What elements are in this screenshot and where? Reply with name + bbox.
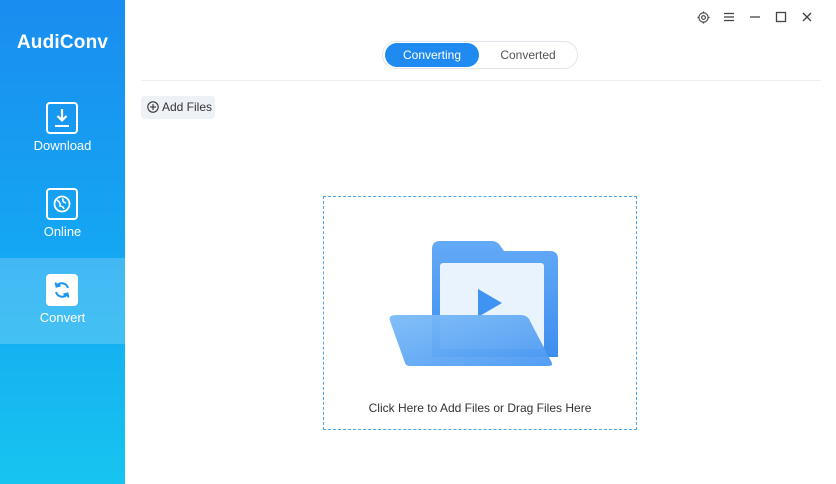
drop-zone-hint: Click Here to Add Files or Drag Files He…: [368, 401, 592, 415]
file-drop-zone[interactable]: Click Here to Add Files or Drag Files He…: [323, 196, 637, 430]
tab-converting[interactable]: Converting: [385, 43, 479, 67]
tab-converted[interactable]: Converted: [481, 43, 575, 67]
sidebar: AudiConv Download Online Convert: [0, 0, 125, 484]
add-circle-icon: [147, 101, 159, 116]
add-files-label: Add Files: [162, 100, 213, 114]
video-folder-icon: [388, 239, 560, 372]
settings-icon[interactable]: [694, 8, 712, 26]
minimize-icon[interactable]: [746, 8, 764, 26]
sidebar-item-online[interactable]: Online: [0, 181, 125, 267]
app-window: AudiConv Download Online Convert Convert…: [0, 0, 836, 484]
maximize-icon[interactable]: [772, 8, 790, 26]
sidebar-item-convert[interactable]: Convert: [0, 258, 125, 344]
app-logo-text: AudiConv: [16, 32, 109, 53]
close-icon[interactable]: [798, 8, 816, 26]
sidebar-item-label: Download: [33, 138, 92, 153]
download-icon: [46, 102, 78, 134]
sidebar-item-label: Online: [43, 224, 82, 239]
window-controls: [694, 8, 824, 26]
menu-icon[interactable]: [720, 8, 738, 26]
sidebar-item-download[interactable]: Download: [0, 95, 125, 181]
convert-icon: [46, 274, 78, 306]
sidebar-item-label: Convert: [39, 310, 86, 325]
online-music-icon: [46, 188, 78, 220]
tab-switcher: Converting Converted: [382, 41, 578, 69]
header-divider: [141, 80, 821, 81]
add-files-button[interactable]: Add Files: [141, 96, 215, 119]
